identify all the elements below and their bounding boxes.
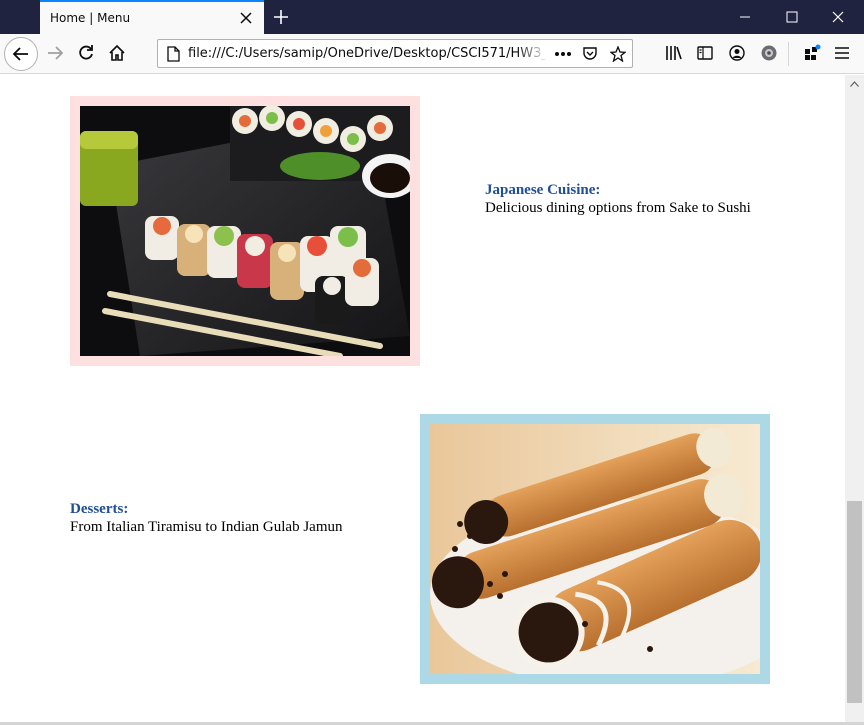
desserts-heading: Desserts: (70, 501, 129, 517)
more-dots-icon[interactable] (552, 44, 574, 64)
navigation-toolbar: file:///C:/Users/samip/OneDrive/Desktop/… (0, 34, 864, 74)
browser-tab[interactable]: Home | Menu (40, 0, 264, 34)
account-icon[interactable] (722, 38, 752, 68)
sidebar-icon[interactable] (690, 38, 720, 68)
cannoli-photo (430, 424, 760, 674)
vertical-scrollbar[interactable] (845, 75, 864, 722)
close-icon[interactable] (815, 0, 861, 34)
tab-title: Home | Menu (50, 11, 131, 25)
scrollbar-thumb[interactable] (847, 501, 862, 703)
home-icon[interactable] (102, 38, 132, 68)
hamburger-menu-icon[interactable] (827, 38, 857, 68)
title-bar: Home | Menu (0, 0, 864, 34)
close-icon[interactable] (236, 8, 256, 28)
address-bar[interactable]: file:///C:/Users/samip/OneDrive/Desktop/… (157, 39, 633, 68)
japanese-cuisine-heading: Japanese Cuisine: (485, 182, 601, 198)
extension-icon[interactable] (754, 38, 784, 68)
arrow-right-icon[interactable] (40, 38, 70, 68)
japanese-cuisine-description: Delicious dining options from Sake to Su… (485, 200, 751, 216)
desserts-frame (420, 414, 770, 684)
star-icon[interactable] (607, 44, 629, 64)
minimize-icon[interactable] (722, 0, 768, 34)
japanese-cuisine-frame (70, 96, 420, 366)
sushi-photo (80, 106, 410, 356)
library-icon[interactable] (659, 38, 689, 68)
desserts-caption: Desserts: From Italian Tiramisu to India… (70, 500, 360, 536)
url-text[interactable]: file:///C:/Users/samip/OneDrive/Desktop/… (188, 46, 546, 61)
page-icon[interactable] (164, 45, 182, 63)
maximize-icon[interactable] (769, 0, 815, 34)
japanese-cuisine-caption: Japanese Cuisine: Delicious dining optio… (485, 181, 805, 217)
extensions-grid-icon[interactable] (797, 38, 827, 68)
page-content: Japanese Cuisine: Delicious dining optio… (0, 75, 845, 722)
desserts-description: From Italian Tiramisu to Indian Gulab Ja… (70, 519, 343, 535)
pocket-icon[interactable] (579, 44, 601, 64)
chevron-up-icon[interactable] (845, 75, 864, 92)
reload-icon[interactable] (71, 38, 101, 68)
arrow-left-icon[interactable] (4, 37, 38, 71)
plus-icon[interactable] (270, 6, 292, 28)
